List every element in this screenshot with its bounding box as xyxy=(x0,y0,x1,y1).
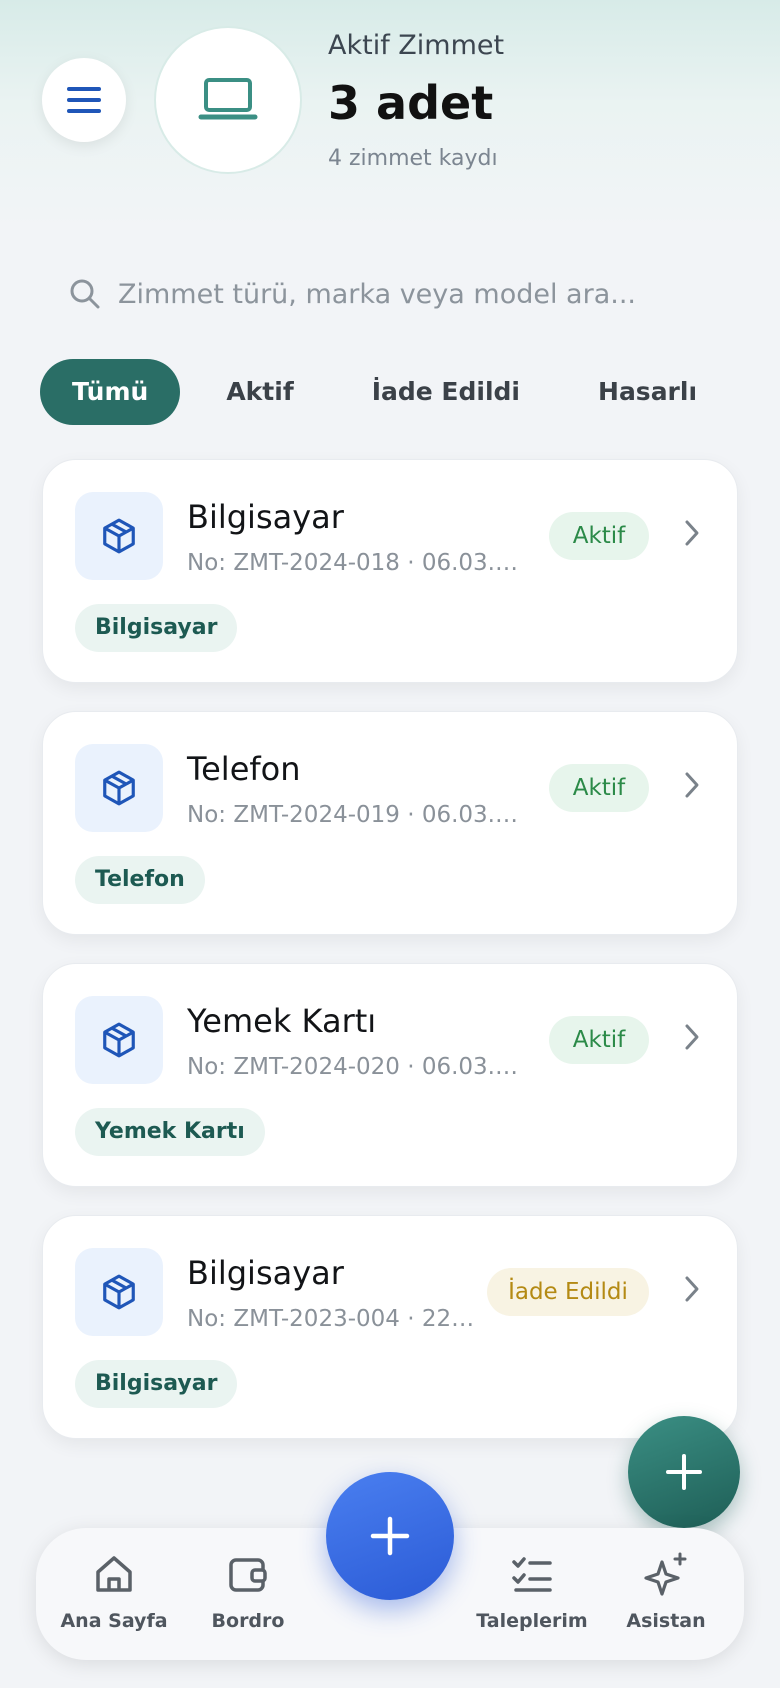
category-chip: Telefon xyxy=(75,856,205,904)
nav-home[interactable]: Ana Sayfa xyxy=(44,1552,184,1632)
nav-home-label: Ana Sayfa xyxy=(60,1610,168,1632)
checklist-icon xyxy=(512,1557,552,1592)
plus-icon xyxy=(666,1454,702,1490)
asset-title: Telefon xyxy=(187,750,301,788)
category-chip: Bilgisayar xyxy=(75,604,238,652)
asset-meta: No: ZMT-2024-018 · 06.03.2025 xyxy=(187,550,527,576)
chevron-right-icon xyxy=(685,1276,699,1302)
nav-requests[interactable]: Taleplerim xyxy=(462,1552,602,1632)
asset-icon-box xyxy=(75,492,163,580)
search-icon xyxy=(70,279,100,309)
package-icon xyxy=(103,1022,135,1058)
nav-assistant[interactable]: Asistan xyxy=(596,1552,736,1632)
nav-requests-label: Taleplerim xyxy=(476,1610,588,1632)
tab-all[interactable]: Tümü xyxy=(40,359,181,425)
asset-icon-box xyxy=(75,744,163,832)
asset-card[interactable]: Bilgisayar No: ZMT-2024-018 · 06.03.2025… xyxy=(42,459,738,683)
search-placeholder: Zimmet türü, marka veya model ara... xyxy=(118,278,636,310)
category-chip: Yemek Kartı xyxy=(75,1108,265,1156)
status-badge: İade Edildi xyxy=(487,1268,649,1316)
nav-payroll-label: Bordro xyxy=(211,1610,285,1632)
add-asset-button[interactable] xyxy=(628,1416,740,1528)
asset-meta: No: ZMT-2023-004 · 22.... xyxy=(187,1306,477,1332)
sparkles-icon xyxy=(644,1552,687,1596)
tab-active[interactable]: Aktif xyxy=(194,359,325,425)
package-icon xyxy=(103,518,135,554)
asset-card[interactable]: Yemek Kartı No: ZMT-2024-020 · 06.03.202… xyxy=(42,963,738,1187)
records-count: 4 zimmet kaydı xyxy=(328,146,498,171)
new-request-button[interactable] xyxy=(326,1472,454,1600)
chevron-right-icon xyxy=(685,1024,699,1050)
tab-damaged[interactable]: Hasarlı xyxy=(566,359,729,425)
active-assets-count: 3 adet xyxy=(328,76,494,130)
asset-title: Bilgisayar xyxy=(187,498,344,536)
status-badge: Aktif xyxy=(549,1016,649,1064)
search-input[interactable]: Zimmet türü, marka veya model ara... xyxy=(42,254,738,334)
tab-returned[interactable]: İade Edildi xyxy=(340,359,552,425)
asset-icon-box xyxy=(75,1248,163,1336)
menu-button[interactable] xyxy=(42,58,126,142)
nav-payroll[interactable]: Bordro xyxy=(178,1552,318,1632)
plus-icon xyxy=(370,1516,410,1556)
asset-card[interactable]: Bilgisayar No: ZMT-2023-004 · 22.... İad… xyxy=(42,1215,738,1439)
chevron-right-icon xyxy=(685,520,699,546)
category-chip: Bilgisayar xyxy=(75,1360,238,1408)
hamburger-icon xyxy=(67,87,101,113)
asset-icon-box xyxy=(75,996,163,1084)
asset-title: Yemek Kartı xyxy=(187,1002,377,1040)
status-badge: Aktif xyxy=(549,764,649,812)
asset-meta: No: ZMT-2024-019 · 06.03.2025 xyxy=(187,802,527,828)
status-badge: Aktif xyxy=(549,512,649,560)
asset-meta: No: ZMT-2024-020 · 06.03.2025 xyxy=(187,1054,527,1080)
asset-avatar xyxy=(154,26,302,174)
package-icon xyxy=(103,770,135,806)
nav-assistant-label: Asistan xyxy=(626,1610,706,1632)
asset-card[interactable]: Telefon No: ZMT-2024-019 · 06.03.2025 Ak… xyxy=(42,711,738,935)
chevron-right-icon xyxy=(685,772,699,798)
laptop-icon xyxy=(198,78,258,120)
filter-tabs: TümüAktifİade EdildiHasarlıKa xyxy=(40,359,740,427)
wallet-icon xyxy=(229,1558,267,1592)
home-icon xyxy=(96,1556,132,1592)
active-assets-label: Aktif Zimmet xyxy=(328,30,505,61)
asset-title: Bilgisayar xyxy=(187,1254,344,1292)
package-icon xyxy=(103,1274,135,1310)
